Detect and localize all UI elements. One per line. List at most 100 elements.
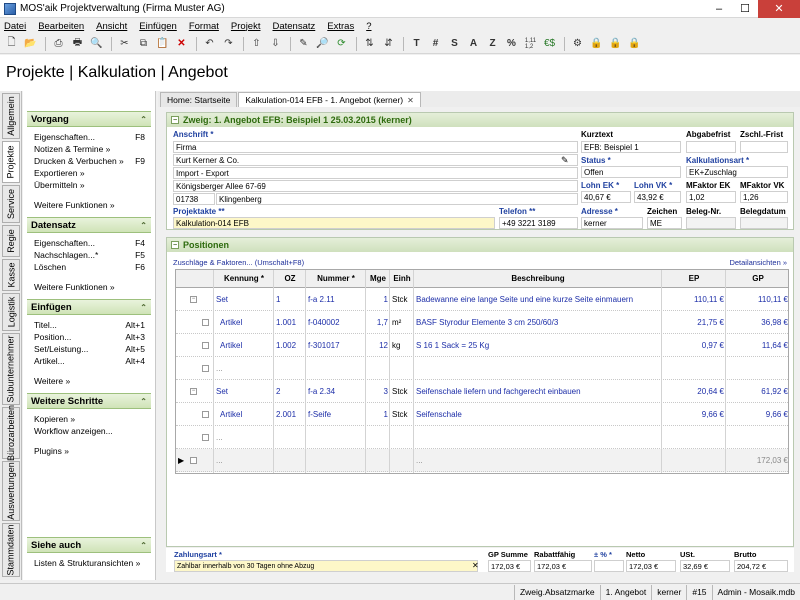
menu-datei[interactable]: Datei	[4, 21, 26, 32]
cell-ep[interactable]	[662, 357, 726, 379]
table-row[interactable]: ...	[176, 357, 788, 380]
cell-ep[interactable]: 21,75 €	[662, 311, 726, 333]
menu-projekt[interactable]: Projekt	[231, 21, 261, 32]
cell-einh[interactable]: kg	[390, 334, 414, 356]
move-down-icon[interactable]: ⇩	[267, 36, 284, 52]
cell-desc[interactable]: Seifenschale liefern und fachgerecht ein…	[414, 380, 662, 402]
cell-ep[interactable]	[662, 449, 726, 471]
collapse-icon[interactable]: −	[171, 241, 179, 249]
table-row[interactable]: Artikel 2.001 f-Seife 1 Stck Seifenschale 9,66…	[176, 403, 788, 426]
tree-node-icon[interactable]	[202, 365, 209, 372]
tab-logistik[interactable]: Logistik	[2, 293, 20, 331]
cell-desc[interactable]: BASF Styrodur Elemente 3 cm 250/60/3	[414, 311, 662, 333]
cell-einh[interactable]	[390, 357, 414, 379]
tab-service[interactable]: Service	[2, 185, 20, 223]
telefon-field[interactable]: +49 3221 3189	[499, 217, 578, 229]
sidebar-item-eigenschaften[interactable]: Eigenschaften... F4	[34, 237, 151, 249]
section-header-vorgang[interactable]: Vorgang ⌃	[27, 111, 151, 127]
move-up-icon[interactable]: ⇧	[248, 36, 265, 52]
lock-blue-icon[interactable]: 🔒	[588, 36, 605, 52]
sidebar-item-artikel[interactable]: Artikel... Alt+4	[34, 355, 151, 367]
lohn-ek-field[interactable]: 40,67 €	[581, 191, 631, 203]
cell-desc[interactable]	[414, 426, 662, 448]
beleg-nr-field[interactable]	[686, 217, 736, 229]
table-row[interactable]: Artikel 1.001 f-040002 1,7 m² BASF Styrodur E…	[176, 311, 788, 334]
cell-gp[interactable]: 110,11 €	[726, 288, 788, 310]
cell-k[interactable]: ...	[214, 426, 274, 448]
tree-node-icon[interactable]	[202, 411, 209, 418]
cell-nr[interactable]	[306, 449, 366, 471]
cell-k[interactable]: ...	[214, 357, 274, 379]
mfaktor-vk-field[interactable]: 1,26	[740, 191, 788, 203]
tab-regie[interactable]: Regie	[2, 225, 20, 257]
minimize-button[interactable]: –	[706, 0, 732, 18]
tab-projekte[interactable]: Projekte	[2, 141, 20, 183]
sidebar-item-weitere[interactable]: Weitere »	[34, 375, 151, 387]
cell-ep[interactable]: 110,11 €	[662, 288, 726, 310]
col-nummer[interactable]: Nummer *	[306, 270, 366, 287]
sidebar-item-uebermitteln[interactable]: Übermitteln »	[34, 179, 151, 191]
cell-oz[interactable]: 2.001	[274, 403, 306, 425]
cell-ep[interactable]: 9,66 €	[662, 403, 726, 425]
cell-mge[interactable]	[366, 449, 390, 471]
lock-yellow-icon[interactable]: 🔒	[607, 36, 624, 52]
tree-node-icon[interactable]	[202, 342, 209, 349]
tab-kasse[interactable]: Kasse	[2, 259, 20, 291]
prozent-field[interactable]	[594, 560, 624, 572]
text-icon[interactable]: T	[408, 36, 425, 52]
ort-field[interactable]: Klingenberg	[216, 193, 578, 205]
cell-mge[interactable]: 1	[366, 288, 390, 310]
sidebar-item-workflow[interactable]: Workflow anzeigen...	[34, 425, 151, 437]
cell-gp[interactable]: 36,98 €	[726, 311, 788, 333]
zuschlaege-link[interactable]: Zuschläge & Faktoren... (Umschalt+F8)	[173, 258, 304, 267]
sidebar-item-set-leistung[interactable]: Set/Leistung... Alt+5	[34, 343, 151, 355]
sidebar-item-exportieren[interactable]: Exportieren »	[34, 167, 151, 179]
cell-nr[interactable]	[306, 357, 366, 379]
cell-oz[interactable]	[274, 357, 306, 379]
detailansichten-link[interactable]: Detailansichten »	[729, 258, 787, 267]
collapse-icon[interactable]: ⌃	[140, 303, 147, 312]
tab-home[interactable]: Home: Startseite	[160, 92, 238, 107]
cell-desc[interactable]: S 16 1 Sack = 25 Kg	[414, 334, 662, 356]
cell-mge[interactable]	[366, 426, 390, 448]
table-row[interactable]: ▶...... 172,03 €	[176, 449, 788, 472]
col-ep[interactable]: EP	[662, 270, 726, 287]
collapse-icon[interactable]: ⌃	[140, 221, 147, 230]
collapse-icon[interactable]: ⌃	[140, 541, 147, 550]
abgabefrist-field[interactable]	[686, 141, 736, 153]
sidebar-item-weitere-funktionen[interactable]: Weitere Funktionen »	[34, 281, 151, 293]
delete-icon[interactable]: ✕	[173, 36, 190, 52]
cell-k[interactable]: Artikel	[214, 403, 274, 425]
col-gp[interactable]: GP	[726, 270, 788, 287]
mfaktor-ek-field[interactable]: 1,02	[686, 191, 736, 203]
sidebar-item-notizen[interactable]: Notizen & Termine »	[34, 143, 151, 155]
close-button[interactable]: ✕	[758, 0, 800, 18]
sidebar-item-position[interactable]: Position... Alt+3	[34, 331, 151, 343]
section-header-weitere-schritte[interactable]: Weitere Schritte ⌃	[27, 393, 151, 409]
cell-einh[interactable]	[390, 426, 414, 448]
close-tab-icon[interactable]: ✕	[407, 96, 414, 105]
preview-icon[interactable]: 🔍	[88, 36, 105, 52]
cell-k[interactable]: Set	[214, 288, 274, 310]
refresh-icon[interactable]: ⟳	[333, 36, 350, 52]
tab-subunternehmer[interactable]: Subunternehmer	[2, 333, 20, 405]
sidebar-item-loeschen[interactable]: Löschen F6	[34, 261, 151, 273]
cell-nr[interactable]: f-a 2.34	[306, 380, 366, 402]
cell-einh[interactable]: Stck	[390, 403, 414, 425]
new-icon[interactable]: 🗋	[3, 36, 20, 52]
surcharge-icon[interactable]: Z	[484, 36, 501, 52]
col-mge[interactable]: Mge	[366, 270, 390, 287]
kurztext-field[interactable]: EFB: Beispiel 1	[581, 141, 681, 153]
sidebar-item-nachschlagen[interactable]: Nachschlagen...* F5	[34, 249, 151, 261]
section-header-einfuegen[interactable]: Einfügen ⌃	[27, 299, 151, 315]
zschl-frist-field[interactable]	[740, 141, 788, 153]
plz-field[interactable]: 01738	[173, 193, 215, 205]
tree-node-icon[interactable]: −	[190, 388, 197, 395]
menu-ansicht[interactable]: Ansicht	[96, 21, 127, 32]
cell-k[interactable]: ...	[214, 449, 274, 471]
cell-nr[interactable]: f-a 2.11	[306, 288, 366, 310]
print-icon[interactable]: ⎙	[50, 36, 67, 52]
cell-gp[interactable]: 11,64 €	[726, 334, 788, 356]
cell-oz[interactable]	[274, 449, 306, 471]
cell-mge[interactable]: 3	[366, 380, 390, 402]
